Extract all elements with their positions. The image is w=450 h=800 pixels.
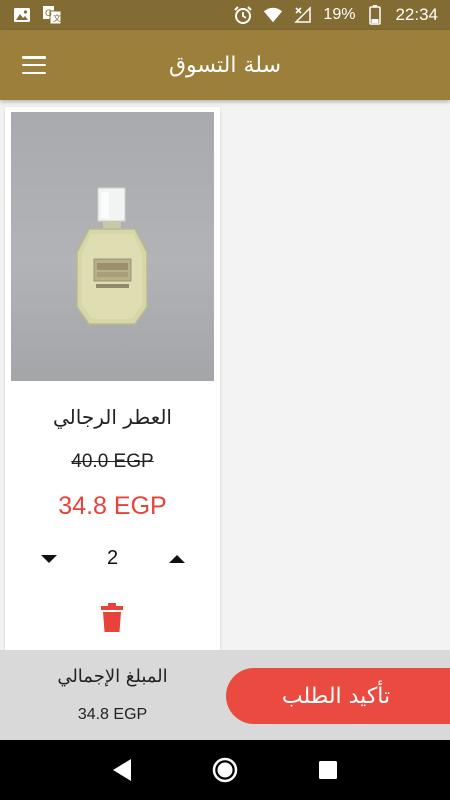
signal-icon <box>293 5 313 25</box>
home-icon[interactable] <box>210 755 240 785</box>
wifi-icon <box>263 5 283 25</box>
svg-text:文: 文 <box>53 13 61 23</box>
hamburger-menu-icon[interactable] <box>20 52 48 78</box>
svg-text:G: G <box>45 9 52 19</box>
navigation-bar <box>0 740 450 800</box>
menu-line <box>22 71 46 74</box>
trash-icon <box>101 603 123 632</box>
total-value: 34.8 EGP <box>77 706 148 723</box>
status-time: 22:34 <box>395 5 438 24</box>
quantity-increase-button[interactable] <box>165 551 189 567</box>
confirm-order-button[interactable]: تأكيد الطلب <box>226 668 450 724</box>
old-price: 40.0 EGP <box>71 451 154 472</box>
status-left: G 文 <box>12 5 62 25</box>
alarm-icon <box>233 5 253 25</box>
quantity-value: 2 <box>106 547 119 569</box>
product-image[interactable] <box>11 112 214 381</box>
total-label: المبلغ الإجمالي <box>57 666 168 687</box>
summary-bar: المبلغ الإجمالي 34.8 EGP تأكيد الطلب <box>0 650 450 740</box>
battery-percent: 19% <box>323 6 356 23</box>
cart-item-card: العطر الرجالي 40.0 EGP 34.8 EGP 2 <box>5 107 220 650</box>
image-icon <box>12 5 32 25</box>
product-name: العطر الرجالي <box>52 405 172 429</box>
caret-down-icon <box>41 555 57 563</box>
screen: G 文 19% 22:34 سلة التسوق العطر الرجالي 4… <box>0 0 450 800</box>
status-bar: G 文 19% 22:34 <box>0 0 450 30</box>
new-price: 34.8 EGP <box>58 492 167 520</box>
page-title: سلة التسوق <box>168 52 282 78</box>
back-icon[interactable] <box>107 755 137 785</box>
quantity-decrease-button[interactable] <box>37 551 61 567</box>
delete-item-button[interactable] <box>100 603 124 633</box>
app-bar: سلة التسوق <box>0 30 450 100</box>
menu-line <box>22 56 46 59</box>
caret-up-icon <box>169 555 185 563</box>
translate-icon: G 文 <box>42 5 62 25</box>
recents-icon[interactable] <box>313 755 343 785</box>
status-right: 19% 22:34 <box>233 5 438 25</box>
battery-icon <box>365 5 385 25</box>
menu-line <box>22 63 46 67</box>
